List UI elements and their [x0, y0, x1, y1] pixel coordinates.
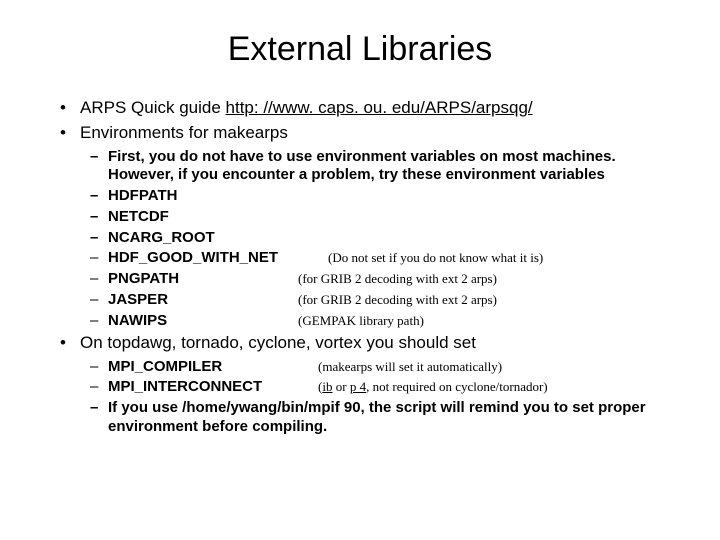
- bullet-environments: Environments for makearps: [60, 122, 684, 143]
- bullet-quick-guide: ARPS Quick guide http: //www. caps. ou. …: [60, 97, 684, 118]
- env-pngpath-label: PNGPATH: [108, 270, 298, 289]
- bullet-list: ARPS Quick guide http: //www. caps. ou. …: [36, 97, 684, 437]
- note-ib: ib: [322, 379, 332, 394]
- env-first: First, you do not have to use environmen…: [90, 148, 684, 186]
- env-sublist: First, you do not have to use environmen…: [60, 148, 684, 331]
- env-nawips-label: NAWIPS: [108, 312, 298, 331]
- note-p4: p 4: [350, 379, 366, 394]
- set-mpi-compiler-label: MPI_COMPILER: [108, 358, 318, 377]
- env-hdfpath: HDFPATH: [90, 187, 684, 206]
- quick-guide-label: ARPS Quick guide: [80, 98, 226, 117]
- set-sublist: MPI_COMPILER (makearps will set it autom…: [60, 358, 684, 437]
- env-netcdf: NETCDF: [90, 208, 684, 227]
- env-nawips: NAWIPS (GEMPAK library path): [90, 312, 684, 331]
- env-hdfgood: HDF_GOOD_WITH_NET (Do not set if you do …: [90, 249, 684, 268]
- set-mpi-interconnect-label: MPI_INTERCONNECT: [108, 378, 318, 397]
- env-jasper-note: (for GRIB 2 decoding with ext 2 arps): [298, 292, 497, 308]
- env-ncarg: NCARG_ROOT: [90, 229, 684, 248]
- env-hdfgood-note: (Do not set if you do not know what it i…: [328, 250, 543, 266]
- set-mpif90: If you use /home/ywang/bin/mpif 90, the …: [90, 399, 684, 437]
- note-post: , not required on cyclone/tornador): [366, 379, 548, 394]
- env-hdfgood-label: HDF_GOOD_WITH_NET: [108, 249, 328, 268]
- set-mpi-compiler-note: (makearps will set it automatically): [318, 359, 502, 375]
- note-or: or: [332, 379, 349, 394]
- env-jasper-label: JASPER: [108, 291, 298, 310]
- slide: External Libraries ARPS Quick guide http…: [0, 0, 720, 540]
- env-pngpath: PNGPATH (for GRIB 2 decoding with ext 2 …: [90, 270, 684, 289]
- env-pngpath-note: (for GRIB 2 decoding with ext 2 arps): [298, 271, 497, 287]
- set-mpi-interconnect: MPI_INTERCONNECT (ib or p 4, not require…: [90, 378, 684, 397]
- env-nawips-note: (GEMPAK library path): [298, 313, 424, 329]
- env-jasper: JASPER (for GRIB 2 decoding with ext 2 a…: [90, 291, 684, 310]
- quick-guide-link[interactable]: http: //www. caps. ou. edu/ARPS/arpsqg/: [226, 98, 533, 117]
- set-mpi-compiler: MPI_COMPILER (makearps will set it autom…: [90, 358, 684, 377]
- bullet-hosts: On topdawg, tornado, cyclone, vortex you…: [60, 332, 684, 353]
- set-mpi-interconnect-note: (ib or p 4, not required on cyclone/torn…: [318, 379, 548, 395]
- slide-title: External Libraries: [36, 30, 684, 69]
